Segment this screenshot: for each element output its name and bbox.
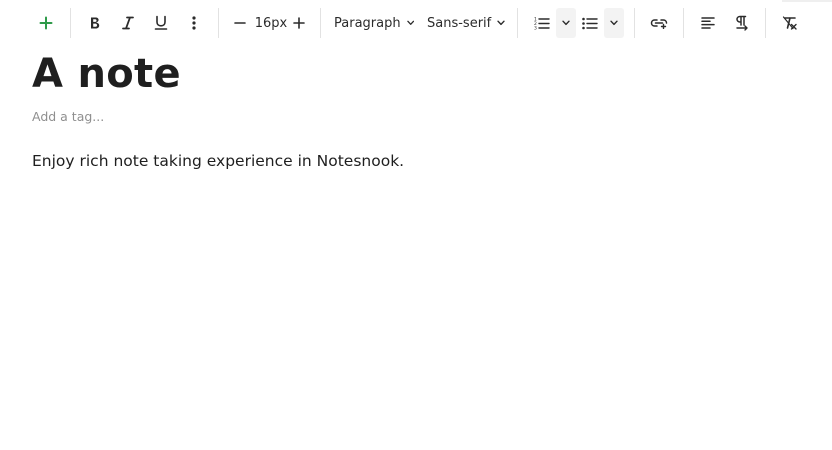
text-direction-icon — [736, 15, 748, 31]
editor-toolbar: 16px Paragraph Sans-serif 1 2 3 — [0, 0, 832, 46]
clear-formatting-button[interactable] — [779, 8, 801, 38]
block-type-dropdown[interactable]: Paragraph — [334, 8, 414, 38]
plus-icon — [39, 16, 53, 30]
text-align-button[interactable] — [697, 8, 719, 38]
bullet-list-options-button[interactable] — [604, 8, 624, 38]
toolbar-separator — [517, 8, 518, 38]
text-direction-button[interactable] — [731, 8, 753, 38]
underline-button[interactable] — [150, 8, 172, 38]
chevron-down-icon — [562, 20, 570, 26]
more-options-button[interactable] — [184, 8, 204, 38]
toolbar-separator — [765, 8, 766, 38]
toolbar-separator — [320, 8, 321, 38]
svg-text:3: 3 — [534, 26, 537, 31]
plus-icon — [293, 17, 305, 29]
decrease-font-size-button[interactable] — [230, 8, 250, 38]
ordered-list-options-button[interactable] — [556, 8, 576, 38]
ordered-list-button[interactable]: 1 2 3 — [530, 8, 554, 38]
chevron-down-icon — [610, 20, 618, 26]
toolbar-separator — [683, 8, 684, 38]
note-title[interactable]: A note — [32, 47, 181, 101]
toolbar-separator — [218, 8, 219, 38]
insert-block-button[interactable] — [34, 8, 58, 38]
note-body[interactable]: Enjoy rich note taking experience in Not… — [32, 150, 404, 172]
toolbar-separator — [70, 8, 71, 38]
block-type-label: Paragraph — [334, 15, 401, 31]
clear-formatting-icon — [782, 16, 797, 30]
link-icon — [650, 19, 668, 29]
bullet-list-icon — [582, 17, 598, 30]
font-family-label: Sans-serif — [427, 15, 492, 31]
italic-button[interactable] — [117, 8, 139, 38]
font-size-value: 16px — [253, 8, 289, 38]
tag-input[interactable] — [32, 106, 332, 126]
toolbar-separator — [634, 8, 635, 38]
minus-icon — [234, 22, 246, 24]
insert-link-button[interactable] — [647, 8, 671, 38]
underline-icon — [154, 15, 168, 30]
chevron-down-icon — [406, 20, 414, 25]
bold-button[interactable] — [84, 8, 106, 38]
font-family-dropdown[interactable]: Sans-serif — [427, 8, 507, 38]
bold-icon — [91, 17, 100, 29]
font-size-label: 16px — [254, 15, 288, 31]
align-left-icon — [701, 17, 715, 29]
increase-font-size-button[interactable] — [289, 8, 309, 38]
more-vertical-icon — [192, 16, 196, 30]
bullet-list-button[interactable] — [578, 8, 602, 38]
chevron-down-icon — [497, 20, 505, 26]
ordered-list-icon: 1 2 3 — [534, 17, 550, 31]
italic-icon — [122, 16, 134, 30]
